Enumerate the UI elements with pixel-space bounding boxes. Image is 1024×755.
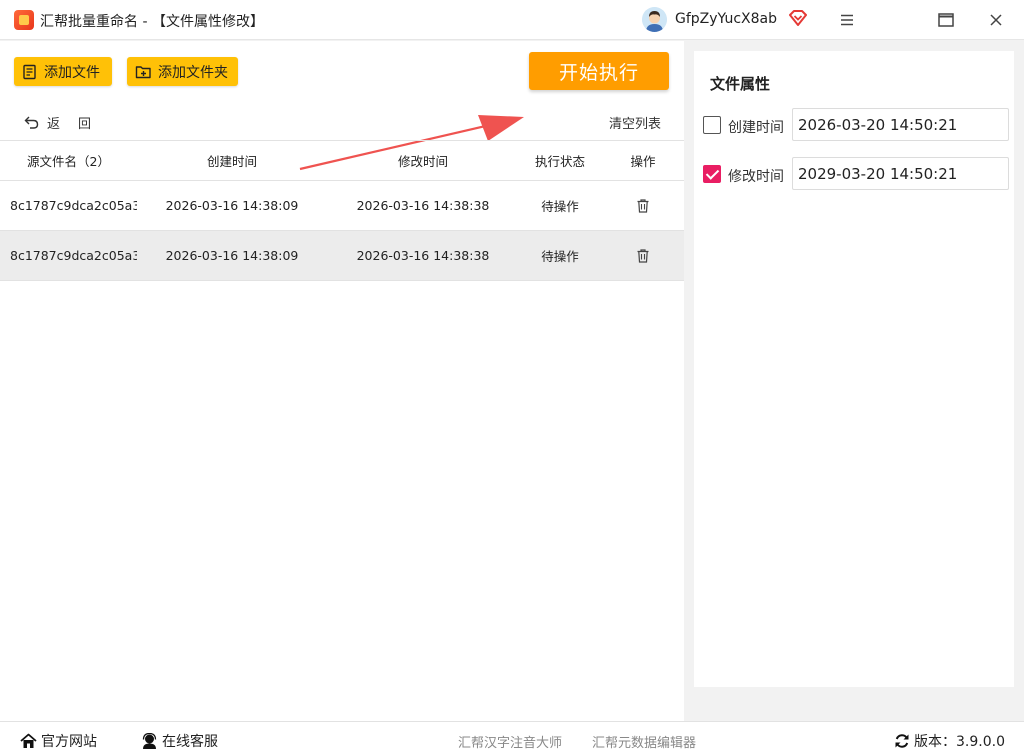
modified-time-checkbox[interactable] (703, 165, 721, 183)
add-file-button[interactable]: 添加文件 (14, 57, 112, 86)
official-site-link[interactable]: 官方网站 (20, 731, 97, 751)
vip-diamond-icon[interactable] (789, 10, 807, 26)
add-file-icon (23, 64, 36, 79)
back-arrow-icon (24, 116, 39, 129)
delete-button[interactable] (613, 231, 673, 280)
file-properties-pane: 文件属性 创建时间 修改时间 (694, 51, 1014, 687)
table-row[interactable]: 8c1787c9dca2c05a342 2026-03-16 14:38:09 … (0, 181, 684, 231)
row-created-time: 2026-03-16 14:38:09 (165, 248, 299, 263)
metadata-editor-link[interactable]: 汇帮元数据编辑器 (592, 732, 696, 751)
window-title: 汇帮批量重命名 - 【文件属性修改】 (40, 14, 264, 30)
back-label: 返回 (47, 116, 110, 132)
column-header-ctime[interactable]: 创建时间 (152, 141, 312, 180)
add-folder-icon (135, 65, 151, 78)
row-modified-time: 2026-03-16 14:38:38 (356, 248, 490, 263)
modified-time-input[interactable] (792, 157, 1009, 190)
start-button[interactable]: 开始执行 (529, 52, 669, 90)
add-file-label: 添加文件 (44, 64, 100, 81)
created-time-label[interactable]: 创建时间 (728, 117, 784, 137)
refresh-icon (895, 734, 909, 748)
row-modified-time: 2026-03-16 14:38:38 (356, 198, 490, 213)
add-folder-button[interactable]: 添加文件夹 (127, 57, 238, 86)
clear-list-button[interactable]: 清空列表 (609, 113, 661, 132)
version-label: 版本：3.9.0.0 (914, 734, 1005, 750)
properties-title: 文件属性 (710, 75, 771, 93)
delete-button[interactable] (613, 181, 673, 230)
row-file-name: 8c1787c9dca2c05a342 (10, 198, 137, 213)
row-created-time: 2026-03-16 14:38:09 (165, 198, 299, 213)
menu-icon[interactable] (834, 8, 860, 32)
created-time-row: 创建时间 (703, 108, 1009, 142)
file-list-pane: 添加文件 添加文件夹 开始执行 返回 清空列表 源文件名（2） 创建时间 修改时… (0, 41, 684, 721)
file-table: 源文件名（2） 创建时间 修改时间 执行状态 操作 8c1787c9dca2c0… (0, 140, 684, 281)
title-bar: 汇帮批量重命名 - 【文件属性修改】 GfpZyYucX8ab (0, 0, 1024, 40)
version-info[interactable]: 版本：3.9.0.0 (894, 731, 1005, 751)
row-status: 待操作 (541, 249, 579, 264)
home-icon (20, 733, 37, 748)
column-header-op: 操作 (630, 154, 656, 169)
created-time-checkbox[interactable] (703, 116, 721, 134)
close-icon[interactable] (983, 8, 1009, 32)
column-header-name[interactable]: 源文件名（2） (0, 141, 137, 180)
user-avatar[interactable] (642, 7, 667, 32)
online-service-label: 在线客服 (162, 734, 218, 750)
trash-icon (637, 198, 649, 213)
table-header: 源文件名（2） 创建时间 修改时间 执行状态 操作 (0, 140, 684, 181)
column-header-mtime[interactable]: 修改时间 (343, 141, 503, 180)
table-row[interactable]: 8c1787c9dca2c05a342 2026-03-16 14:38:09 … (0, 231, 684, 281)
hanzi-pinyin-link[interactable]: 汇帮汉字注音大师 (458, 732, 562, 751)
row-file-name: 8c1787c9dca2c05a342 (10, 248, 137, 263)
modified-time-row: 修改时间 (703, 157, 1009, 191)
trash-icon (637, 248, 649, 263)
column-header-status[interactable]: 执行状态 (520, 141, 600, 180)
back-button[interactable]: 返回 (24, 112, 109, 132)
app-logo-icon (14, 10, 34, 30)
official-site-label: 官方网站 (41, 734, 97, 750)
online-service-link[interactable]: 在线客服 (141, 731, 218, 751)
created-time-input[interactable] (792, 108, 1009, 141)
customer-service-icon (142, 733, 157, 749)
user-name[interactable]: GfpZyYucX8ab (675, 11, 777, 27)
status-bar: 官方网站 在线客服 汇帮汉字注音大师 汇帮元数据编辑器 版本：3.9.0.0 (0, 721, 1024, 755)
row-status: 待操作 (541, 199, 579, 214)
modified-time-label[interactable]: 修改时间 (728, 166, 784, 186)
add-folder-label: 添加文件夹 (158, 64, 228, 81)
maximize-icon[interactable] (933, 8, 959, 32)
pane-divider (684, 41, 694, 721)
